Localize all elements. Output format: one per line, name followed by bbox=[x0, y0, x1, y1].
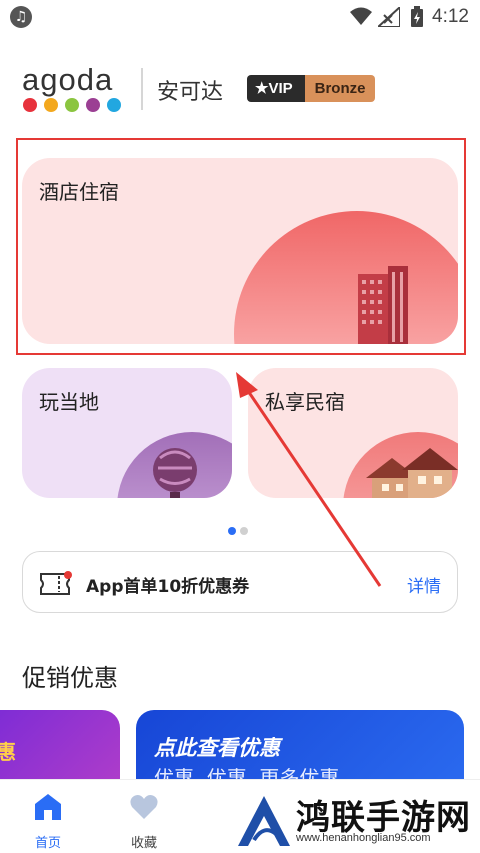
promo-card-1-tag: 惠 bbox=[0, 740, 16, 764]
logo-dots bbox=[23, 98, 123, 112]
wifi-icon bbox=[350, 7, 372, 25]
play-card-label: 玩当地 bbox=[39, 390, 99, 414]
vip-badge[interactable]: ★VIP Bronze bbox=[247, 75, 376, 102]
signal-icon bbox=[378, 7, 400, 27]
status-time: 4:12 bbox=[432, 6, 469, 27]
coupon-text: App首单10折优惠券 bbox=[86, 577, 250, 597]
play-local-card[interactable]: 玩当地 bbox=[22, 368, 232, 498]
battery-icon bbox=[411, 6, 423, 27]
logo-dot bbox=[86, 98, 100, 112]
brand-chinese-name: 安可达 bbox=[157, 80, 224, 105]
nav-favorites[interactable]: 收藏 bbox=[104, 780, 184, 853]
promo-card-2-title: 点此查看优惠 bbox=[154, 736, 280, 760]
watermark: 鸿联手游网 www.henanhonglian95.com bbox=[232, 786, 480, 853]
ticket-icon bbox=[40, 571, 72, 595]
header-divider bbox=[141, 68, 143, 110]
nav-home[interactable]: 首页 bbox=[8, 780, 88, 853]
logo-dot bbox=[44, 98, 58, 112]
hot-air-balloon-icon bbox=[153, 448, 197, 498]
vip-label: ★VIP bbox=[247, 75, 305, 102]
agoda-logo: agoda bbox=[22, 62, 121, 112]
logo-dot bbox=[107, 98, 121, 112]
vip-tier: Bronze bbox=[304, 75, 376, 102]
star-icon: ★ bbox=[255, 80, 269, 97]
logo-text: agoda bbox=[22, 62, 114, 97]
status-bar: ♫ 4:12 bbox=[0, 0, 480, 34]
heart-icon bbox=[130, 795, 158, 819]
annotation-arrow bbox=[236, 372, 382, 587]
nav-favorites-label: 收藏 bbox=[130, 836, 157, 851]
logo-dot bbox=[23, 98, 37, 112]
home-icon bbox=[35, 794, 61, 820]
watermark-url: www.henanhonglian95.com bbox=[296, 832, 431, 844]
music-icon: ♫ bbox=[10, 6, 32, 28]
highlight-box bbox=[16, 138, 466, 355]
logo-dot bbox=[65, 98, 79, 112]
watermark-logo-icon bbox=[238, 796, 290, 846]
nav-home-label: 首页 bbox=[34, 836, 61, 851]
coupon-details-link[interactable]: 详情 bbox=[407, 572, 441, 597]
promotions-title: 促销优惠 bbox=[22, 664, 118, 692]
